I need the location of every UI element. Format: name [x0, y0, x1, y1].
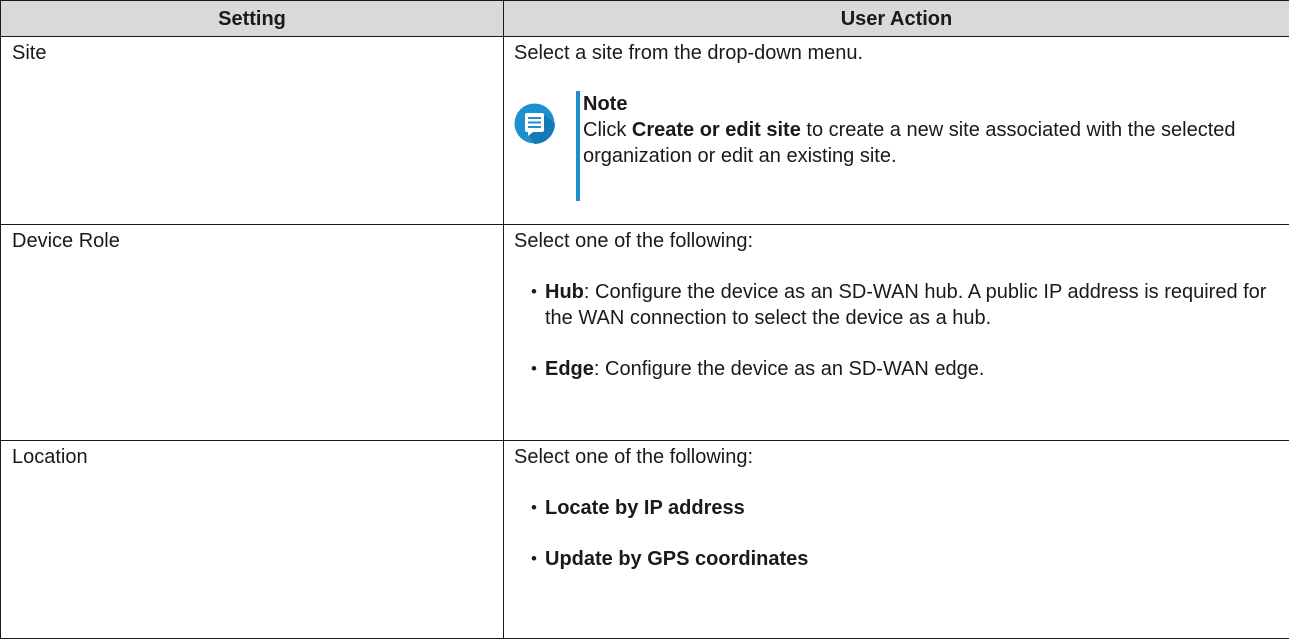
- option-name: Hub: [545, 281, 584, 303]
- table-row-device-role: Device Role Select one of the following:…: [0, 224, 1289, 441]
- note-accent-bar: [576, 91, 580, 201]
- table-header-row: Setting User Action: [0, 0, 1289, 37]
- action-text: Select one of the following:: [514, 230, 754, 252]
- setting-cell: Site: [0, 36, 504, 225]
- note-body: Note Click Create or edit site to create…: [583, 91, 1258, 169]
- setting-cell: Location: [0, 440, 504, 639]
- settings-table: Setting User Action Site Select a site f…: [0, 0, 1289, 639]
- action-cell: Select a site from the drop-down menu. N…: [503, 36, 1289, 225]
- list-item-update-by-gps: Update by GPS coordinates: [531, 546, 1279, 572]
- action-cell: Select one of the following: Locate by I…: [503, 440, 1289, 639]
- action-text: Select one of the following:: [514, 446, 754, 468]
- column-header-user-action: User Action: [503, 0, 1289, 37]
- option-list: Hub: Configure the device as an SD-WAN h…: [514, 279, 1279, 382]
- list-item-edge: Edge: Configure the device as an SD-WAN …: [531, 356, 1279, 382]
- option-name: Locate by IP address: [545, 497, 745, 519]
- setting-cell: Device Role: [0, 224, 504, 441]
- note-text-pre: Click: [583, 119, 632, 141]
- option-description: : Configure the device as an SD-WAN edge…: [593, 358, 985, 380]
- list-item-hub: Hub: Configure the device as an SD-WAN h…: [531, 279, 1279, 331]
- note-text-bold: Create or edit site: [631, 119, 801, 141]
- column-header-setting: Setting: [0, 0, 504, 37]
- action-text: Select a site from the drop-down menu.: [514, 42, 864, 64]
- option-name: Edge: [545, 358, 594, 380]
- note-icon: [514, 103, 555, 144]
- note-box: Note Click Create or edit site to create…: [514, 91, 1279, 201]
- option-description: : Configure the device as an SD-WAN hub.…: [545, 281, 1267, 329]
- option-name: Update by GPS coordinates: [545, 548, 809, 570]
- option-list: Locate by IP address Update by GPS coord…: [514, 495, 1279, 572]
- list-item-locate-by-ip: Locate by IP address: [531, 495, 1279, 521]
- note-title: Note: [583, 93, 628, 115]
- action-cell: Select one of the following: Hub: Config…: [503, 224, 1289, 441]
- table-row-site: Site Select a site from the drop-down me…: [0, 36, 1289, 225]
- table-row-location: Location Select one of the following: Lo…: [0, 440, 1289, 639]
